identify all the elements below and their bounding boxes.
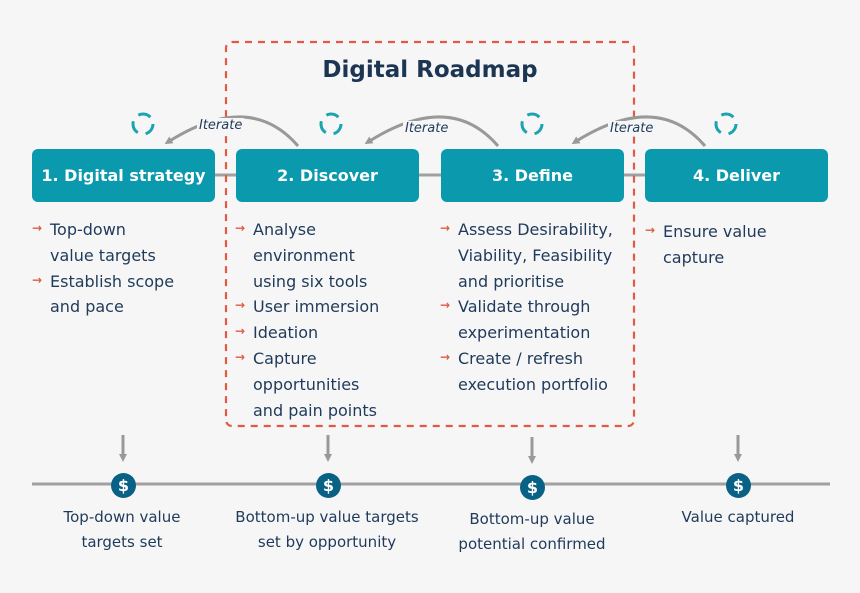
iterate-label: Iterate xyxy=(197,118,245,133)
milestone-label: Value captured xyxy=(681,508,795,526)
dollar-icon: $ xyxy=(111,473,136,498)
stage-deliver: 4. Deliver xyxy=(645,149,828,202)
milestone-label: Bottom-up value potential confirmed xyxy=(458,510,606,553)
bullet-item: Ideation xyxy=(235,319,379,346)
bullet-item: Top-downvalue targets xyxy=(32,216,174,269)
bullet-item: Validate throughexperimentation xyxy=(440,293,613,346)
stage-3-bullets: Assess Desirability,Viability, Feasibili… xyxy=(440,216,613,398)
stage-digital-strategy: 1. Digital strategy xyxy=(32,149,215,202)
bullet-item: Establish scopeand pace xyxy=(32,268,174,321)
refresh-icon xyxy=(319,112,343,136)
bullet-item: Ensure valuecapture xyxy=(645,218,767,271)
stage-2-bullets: Analyseenvironmentusing six toolsUser im… xyxy=(235,216,379,423)
dollar-icon: $ xyxy=(520,475,545,500)
iterate-label: Iterate xyxy=(403,121,451,136)
bullet-item: Create / refreshexecution portfolio xyxy=(440,345,613,398)
stage-define: 3. Define xyxy=(441,149,624,202)
milestone-label: Top-down value targets set xyxy=(63,508,181,551)
stage-discover: 2. Discover xyxy=(236,149,419,202)
refresh-icon xyxy=(520,112,544,136)
bullet-item: User immersion xyxy=(235,293,379,320)
dollar-icon: $ xyxy=(316,473,341,498)
refresh-icon xyxy=(131,112,155,136)
diagram-title: Digital Roadmap xyxy=(322,57,538,83)
bullet-item: Assess Desirability,Viability, Feasibili… xyxy=(440,216,613,294)
refresh-icon xyxy=(714,112,738,136)
bullet-item: Analyseenvironmentusing six tools xyxy=(235,216,379,294)
stage-1-bullets: Top-downvalue targetsEstablish scopeand … xyxy=(32,216,174,321)
milestone-label: Bottom-up value targets set by opportunit… xyxy=(235,508,419,551)
iterate-label: Iterate xyxy=(608,121,656,136)
dollar-icon: $ xyxy=(726,473,751,498)
bullet-item: Captureopportunitiesand pain points xyxy=(235,345,379,423)
stage-4-bullets: Ensure valuecapture xyxy=(645,218,767,271)
